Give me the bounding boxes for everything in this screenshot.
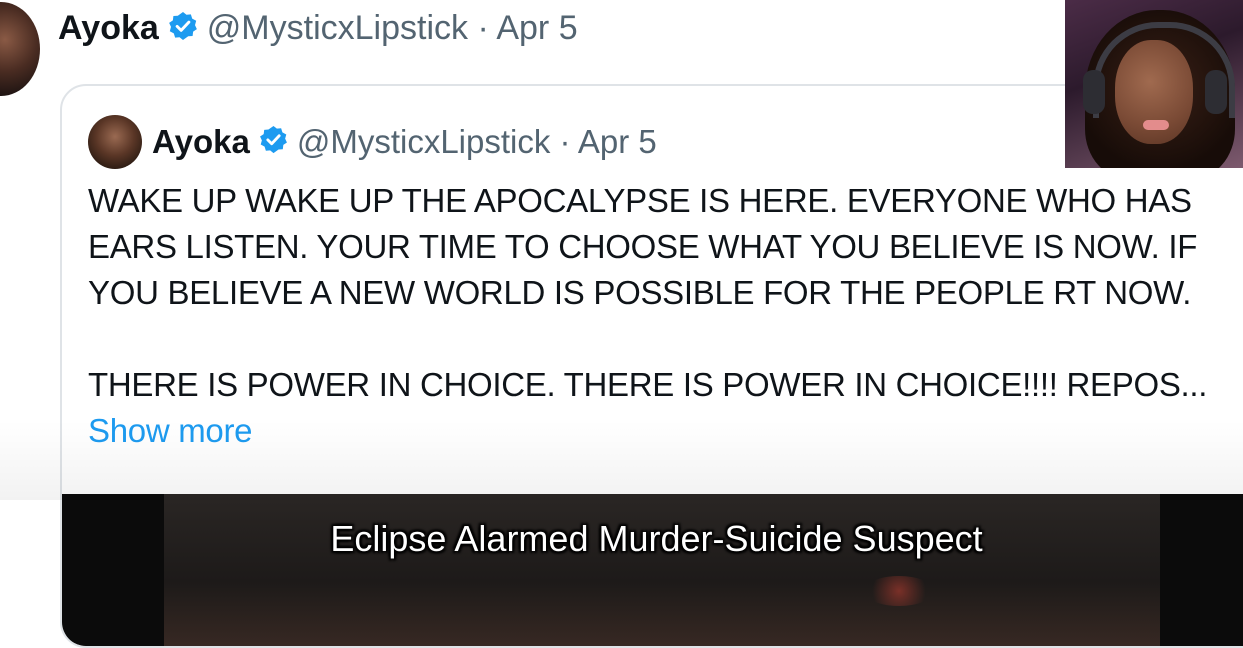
tweet-text-line: THERE IS POWER IN CHOICE. THERE IS POWER… [88,366,1208,403]
show-more-link[interactable]: Show more [88,408,1238,454]
tweet-text-line: WAKE UP WAKE UP THE APOCALYPSE IS HERE. … [88,182,1192,219]
mouth-shape [1143,120,1169,130]
quoted-tweet-card[interactable]: Ayoka @MysticxLipstick · Apr 5 WAKE UP W… [60,84,1243,648]
outer-author-name[interactable]: Ayoka [58,9,159,48]
tweet-text-line: EARS LISTEN. YOUR TIME TO CHOOSE WHAT YO… [88,228,1198,265]
quoted-author-name[interactable]: Ayoka [152,123,250,161]
quoted-avatar[interactable] [88,115,142,169]
quoted-handle-date[interactable]: @MysticxLipstick · Apr 5 [297,123,657,161]
verified-badge-icon [258,124,289,160]
quoted-tweet-header: Ayoka @MysticxLipstick · Apr 5 [88,114,657,170]
outer-tweet-header: Ayoka @MysticxLipstick · Apr 5 [58,6,578,50]
headset-left-earcup [1083,70,1105,114]
outer-avatar[interactable] [0,2,40,96]
video-caption: Eclipse Alarmed Murder-Suicide Suspect [330,518,983,559]
outer-handle-date[interactable]: @MysticxLipstick · Apr 5 [207,9,578,48]
quoted-tweet-text: WAKE UP WAKE UP THE APOCALYPSE IS HERE. … [88,178,1238,454]
webcam-overlay [1065,0,1243,168]
media-highlight [864,576,934,606]
tweet-text-line: YOU BELIEVE A NEW WORLD IS POSSIBLE FOR … [88,274,1192,311]
verified-badge-icon [167,10,199,47]
headset-right-earcup [1205,70,1227,114]
